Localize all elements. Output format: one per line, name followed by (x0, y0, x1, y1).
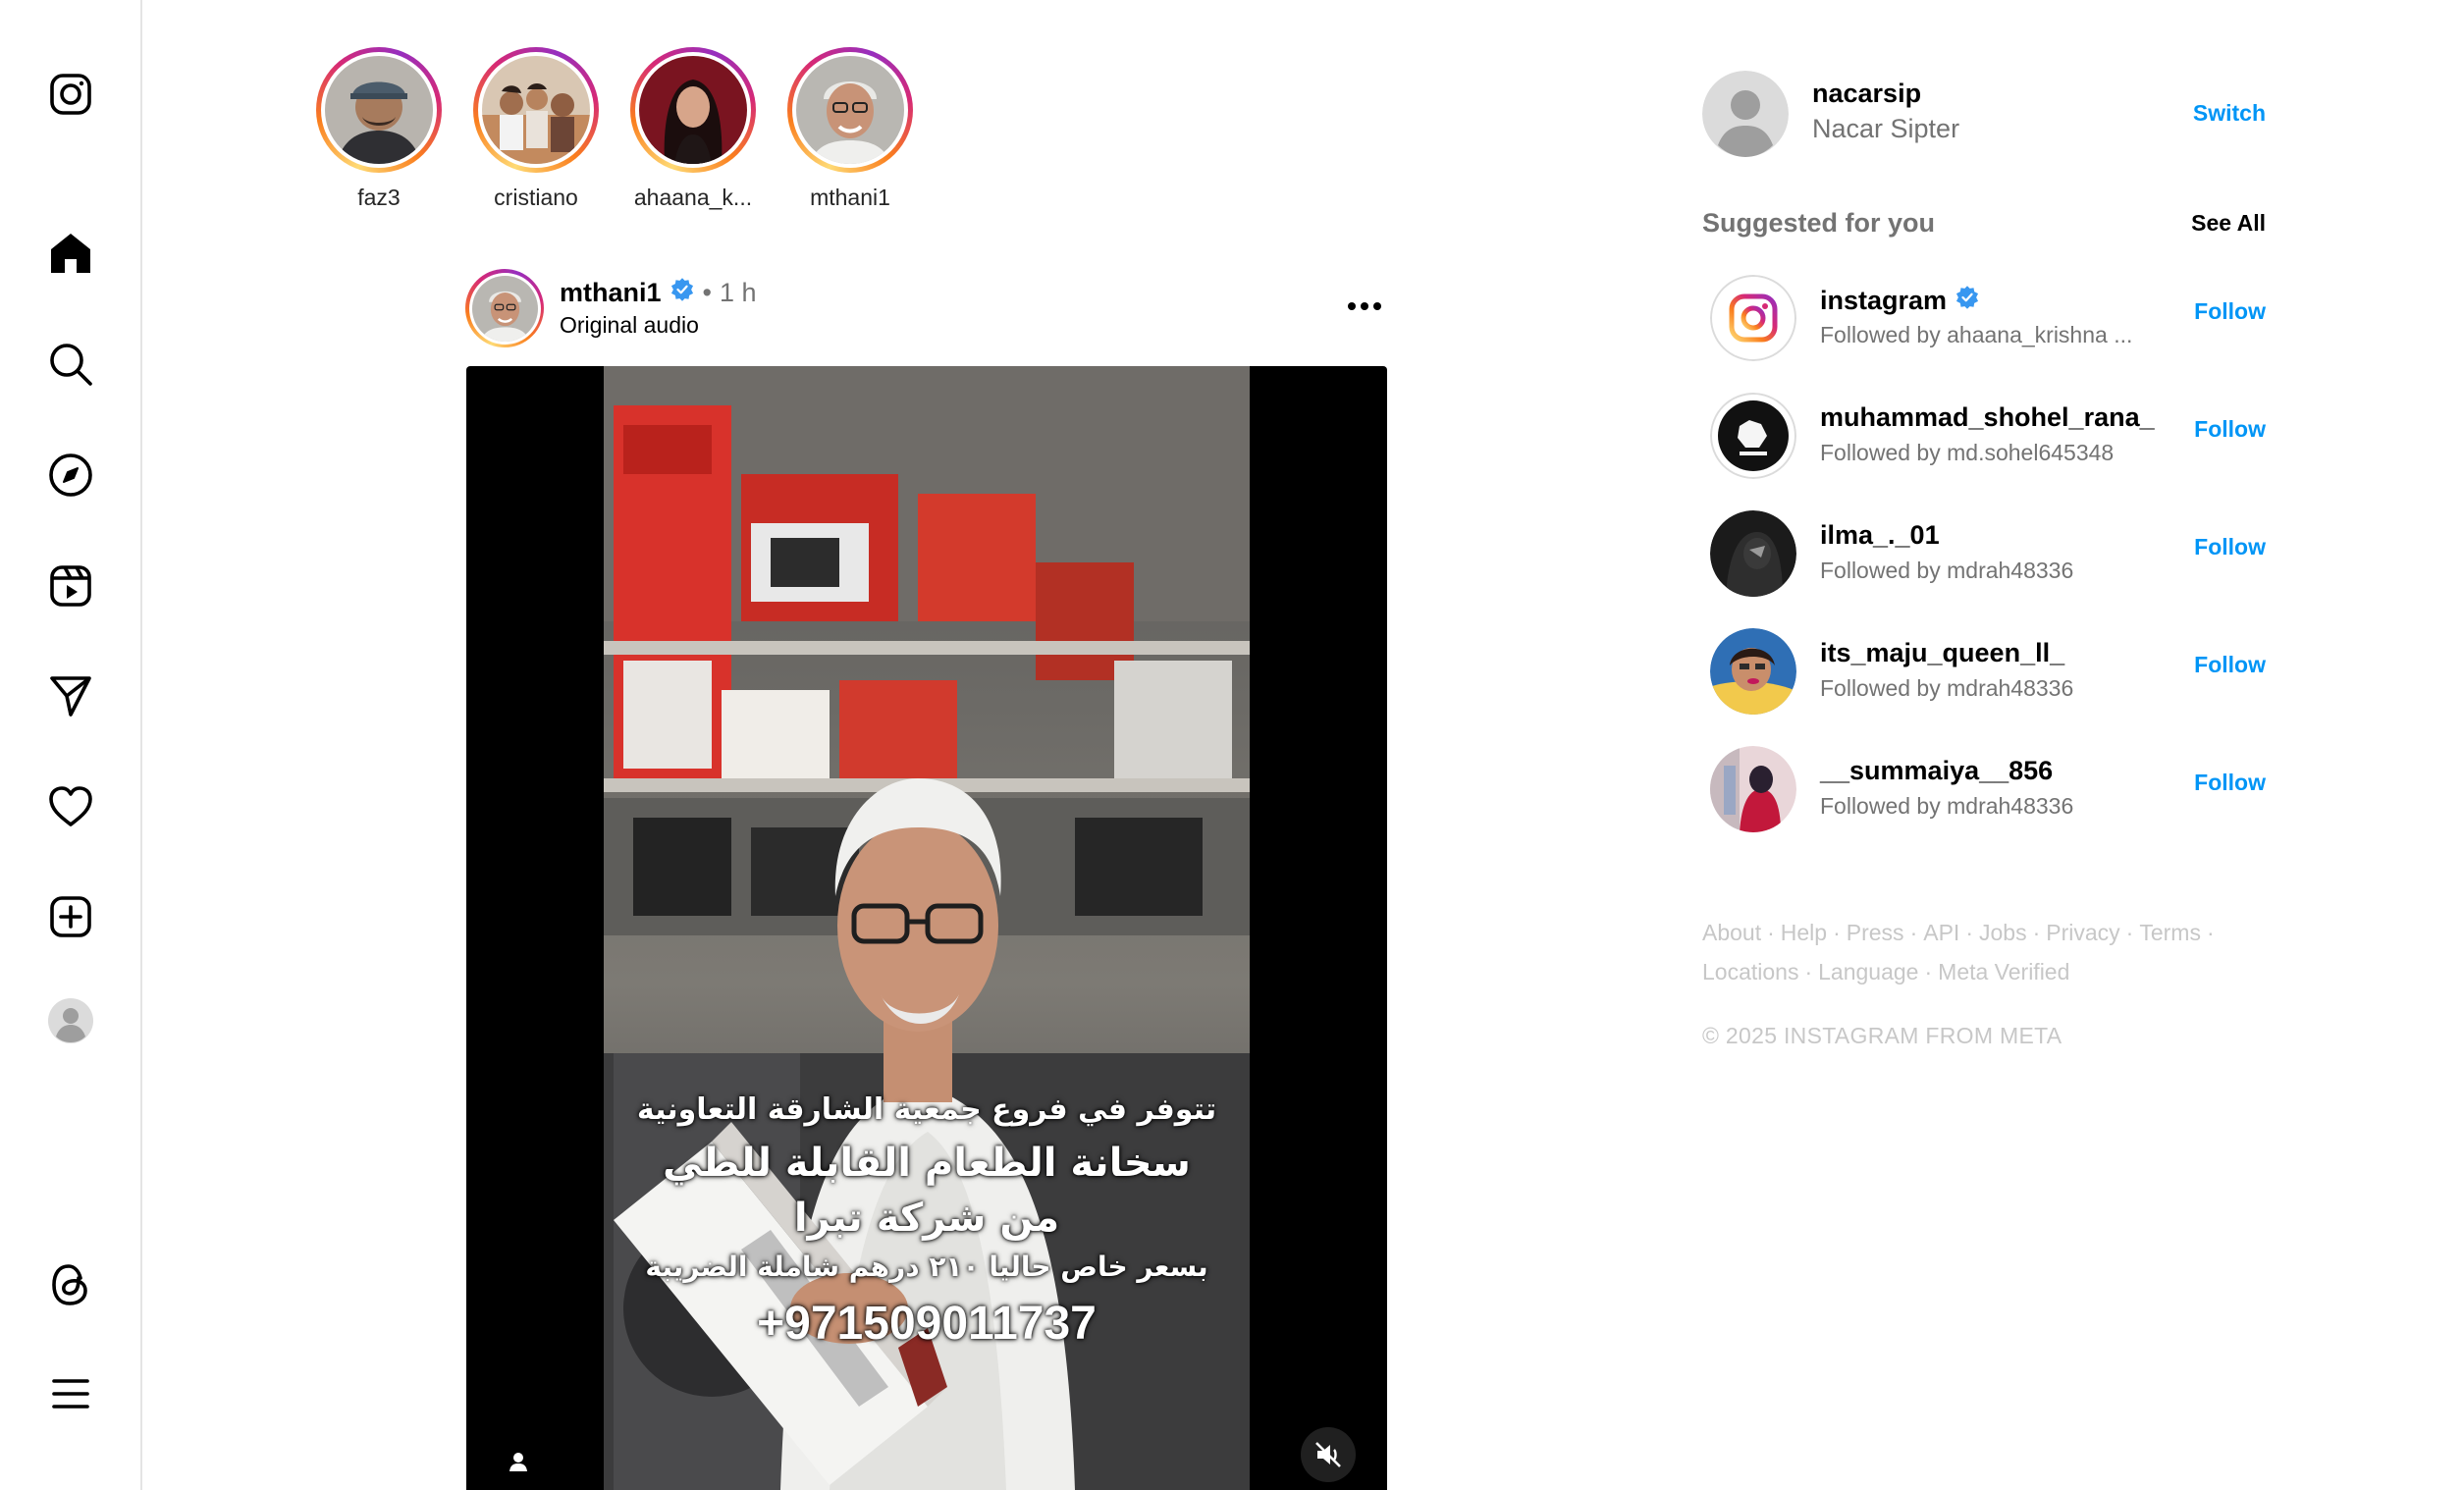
follow-button[interactable]: Follow (2194, 416, 2266, 443)
search-icon[interactable] (35, 329, 106, 399)
footer-link-language[interactable]: Language (1818, 959, 1918, 984)
story-avatar (796, 56, 904, 164)
suggestion-subtitle: Followed by ahaana_krishna ... (1820, 322, 2133, 347)
separator-dot: • (702, 278, 712, 307)
copyright: © 2025 INSTAGRAM FROM META (1702, 1023, 2062, 1048)
notifications-heart-icon[interactable] (35, 772, 106, 842)
suggestions-title: Suggested for you (1702, 208, 1936, 238)
video-frame: تتوفر في فروع جمعية الشارقة التعاونية سخ… (604, 366, 1250, 1490)
caption-line: من شركة تبرا (793, 1196, 1060, 1241)
footer-link-about[interactable]: About (1702, 920, 1761, 945)
caption-line: تتوفر في فروع جمعية الشارقة التعاونية (636, 1092, 1217, 1127)
story-avatar (325, 56, 433, 164)
mute-audio-icon[interactable] (1301, 1427, 1356, 1482)
suggestion-item: muhammad_shohel_rana_ Followed by md.soh… (1702, 385, 2266, 503)
suggestion-subtitle: Followed by mdrah48336 (1820, 793, 2074, 819)
current-account: nacarsip Nacar Sipter Switch (1702, 69, 2266, 159)
footer-link-terms[interactable]: Terms (2139, 920, 2201, 945)
create-plus-icon[interactable] (35, 881, 106, 952)
story-username: faz3 (357, 185, 401, 210)
profile-avatar-icon[interactable] (35, 985, 106, 1056)
caption-line: بسعر خاص حاليا ٢١٠ درهم شاملة الضريبة (645, 1251, 1208, 1283)
video-caption-overlay: تتوفر في فروع جمعية الشارقة التعاونية سخ… (604, 1092, 1250, 1351)
footer-link-jobs[interactable]: Jobs (1979, 920, 2027, 945)
suggestion-avatar[interactable] (1710, 628, 1796, 715)
threads-icon[interactable] (35, 1250, 106, 1320)
follow-button[interactable]: Follow (2194, 298, 2266, 325)
caption-phone: +971509011737 (757, 1298, 1097, 1350)
suggestion-item: instagram Followed by ahaana_krishna ...… (1702, 267, 2266, 385)
suggestion-subtitle: Followed by mdrah48336 (1820, 675, 2074, 701)
suggestion-item: its_maju_queen_ll_ Followed by mdrah4833… (1702, 620, 2266, 738)
footer-link-meta-verified[interactable]: Meta Verified (1938, 959, 2069, 984)
footer-link-press[interactable]: Press (1847, 920, 1904, 945)
suggestion-username[interactable]: __summaiya__856 (1820, 756, 2053, 786)
suggestion-username[interactable]: ilma_._01 (1820, 520, 1940, 551)
post-author-avatar[interactable] (465, 269, 544, 347)
follow-button[interactable]: Follow (2194, 534, 2266, 560)
more-options-icon[interactable] (1341, 287, 1388, 326)
right-sidebar: nacarsip Nacar Sipter Switch Suggested f… (1702, 69, 2266, 1049)
follow-button[interactable]: Follow (2194, 652, 2266, 678)
story-username: mthani1 (810, 185, 890, 210)
verified-badge-icon (1955, 285, 1980, 317)
caption-line: سخانة الطعام القابلة للطي (663, 1141, 1191, 1186)
reels-icon[interactable] (35, 551, 106, 621)
explore-compass-icon[interactable] (35, 440, 106, 510)
post-timestamp[interactable]: 1 h (720, 278, 757, 308)
suggestion-avatar[interactable] (1710, 746, 1796, 832)
left-nav (0, 0, 142, 1490)
suggestion-avatar[interactable] (1710, 393, 1796, 479)
follow-button[interactable]: Follow (2194, 770, 2266, 796)
footer-link-privacy[interactable]: Privacy (2046, 920, 2119, 945)
story-username: ahaana_k... (633, 185, 753, 210)
suggestion-item: ilma_._01 Followed by mdrah48336 Follow (1702, 503, 2266, 620)
suggestions-header: Suggested for you See All (1702, 208, 2266, 247)
suggestion-subtitle: Followed by mdrah48336 (1820, 558, 2074, 583)
suggestion-avatar[interactable] (1710, 275, 1796, 361)
current-full-name: Nacar Sipter (1812, 114, 1960, 143)
suggestion-username[interactable]: instagram (1820, 286, 1947, 316)
footer-link-locations[interactable]: Locations (1702, 959, 1798, 984)
suggestion-item: __summaiya__856 Followed by mdrah48336 F… (1702, 738, 2266, 856)
footer-links: About · Help · Press · API · Jobs · Privacy · Terms ·… (1702, 920, 2215, 984)
more-menu-icon[interactable] (35, 1358, 106, 1429)
story-item[interactable]: cristiano (457, 47, 615, 211)
suggestion-subtitle: Followed by md.sohel645348 (1820, 440, 2115, 465)
post-username[interactable]: mthani1 (560, 278, 662, 308)
story-avatar (482, 56, 590, 164)
current-username[interactable]: nacarsip (1812, 79, 1921, 109)
post-header: mthani1 • 1 h Original audio (465, 267, 1388, 349)
suggestions-list: instagram Followed by ahaana_krishna ...… (1702, 267, 2266, 856)
messages-send-icon[interactable] (35, 661, 106, 731)
home-icon[interactable] (35, 218, 106, 289)
verified-badge-icon (670, 277, 695, 309)
suggestion-avatar[interactable] (1710, 510, 1796, 597)
see-all-link[interactable]: See All (2191, 210, 2266, 237)
switch-account-button[interactable]: Switch (2193, 100, 2266, 127)
footer-link-help[interactable]: Help (1781, 920, 1827, 945)
story-avatar (639, 56, 747, 164)
suggestion-username[interactable]: muhammad_shohel_rana_ (1820, 402, 2155, 433)
post-video[interactable]: تتوفر في فروع جمعية الشارقة التعاونية سخ… (466, 366, 1387, 1490)
post-audio-link[interactable]: Original audio (560, 312, 699, 339)
footer-link-api[interactable]: API (1923, 920, 1959, 945)
story-item[interactable]: faz3 (300, 47, 457, 211)
current-account-avatar[interactable] (1702, 71, 1789, 157)
suggestion-username[interactable]: its_maju_queen_ll_ (1820, 638, 2064, 668)
story-item[interactable]: ahaana_k... (615, 47, 772, 211)
instagram-logo-icon[interactable] (35, 59, 106, 130)
story-username: cristiano (494, 185, 578, 210)
story-item[interactable]: mthani1 (772, 47, 929, 211)
tagged-people-icon[interactable] (494, 1437, 543, 1486)
